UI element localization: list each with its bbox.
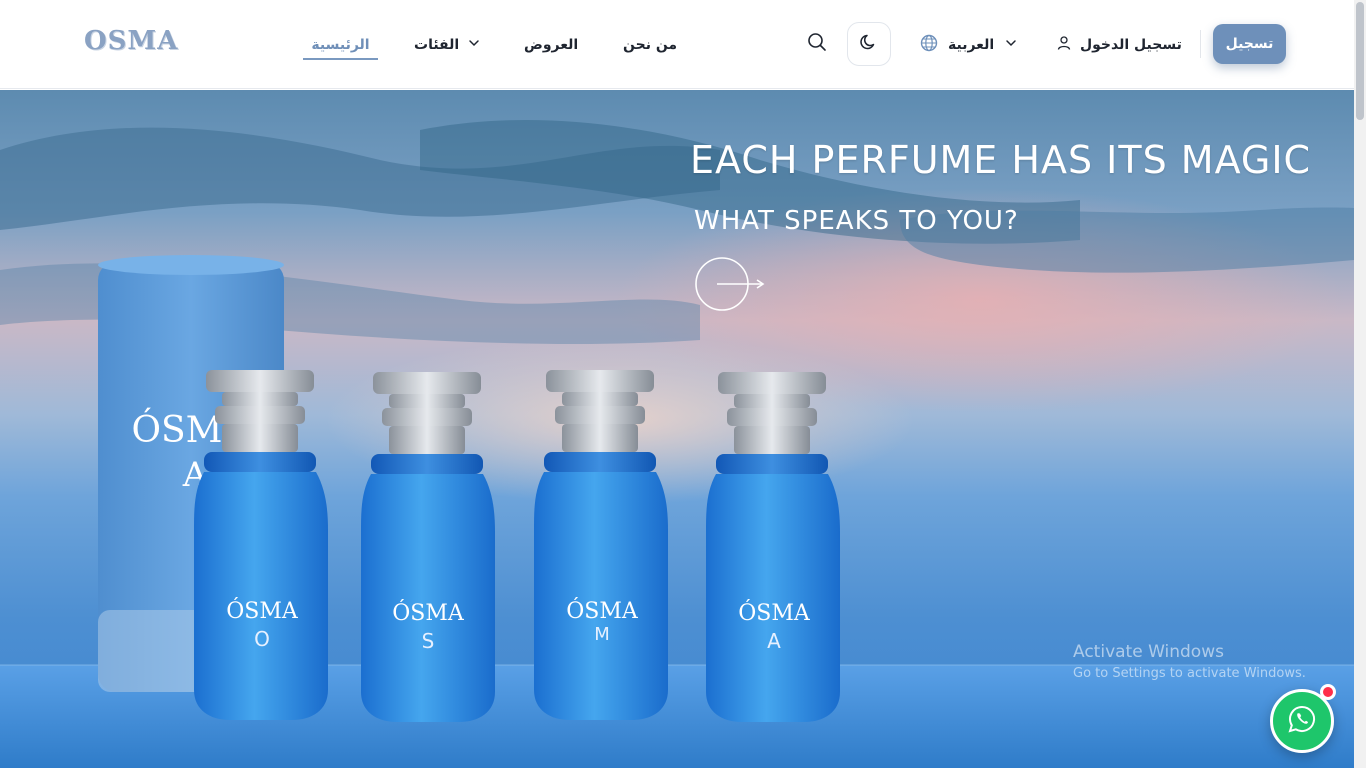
bottle-s-letter: S [422, 629, 435, 653]
whatsapp-icon [1287, 704, 1317, 738]
hero-subtitle: WHAT SPEAKS TO YOU? [694, 206, 1019, 236]
bottle-s-brand: ÓSMA [392, 599, 465, 626]
site-header: OSMA الرئيسية الفئات العروض من نحن العرب… [0, 0, 1354, 89]
site-logo[interactable]: OSMA [84, 26, 178, 56]
bottle-o-letter: O [254, 627, 270, 651]
nav-categories-label: الفئات [414, 37, 460, 53]
nav-categories[interactable]: الفئات [414, 33, 481, 57]
nav-about[interactable]: من نحن [623, 33, 677, 57]
theme-toggle-button[interactable] [847, 22, 891, 66]
perfume-bottle-s: ÓSMA S [361, 372, 495, 722]
watermark-title: Activate Windows [1073, 642, 1224, 662]
nav-about-label: من نحن [623, 37, 678, 53]
bottle-m-brand: ÓSMA [566, 597, 639, 624]
notification-dot [1320, 684, 1336, 700]
hero-cta-button[interactable] [693, 255, 769, 313]
bottle-a-brand: ÓSMA [738, 599, 811, 626]
nav-active-underline [303, 58, 378, 60]
bottle-a-letter: A [767, 629, 781, 653]
windows-activation-watermark: Activate Windows Go to Settings to activ… [1073, 642, 1306, 681]
nav-offers-label: العروض [524, 37, 579, 53]
search-icon [807, 32, 827, 56]
nav-home[interactable]: الرئيسية [303, 33, 378, 57]
hero-banner: ÓSMA A ÓSMA O ÓSMA S ÓSMA M ÓSMA A EACH … [0, 90, 1354, 768]
language-label: العربية [948, 37, 995, 53]
arrow-right-icon [693, 257, 769, 317]
perfume-bottle-m: ÓSMA M [534, 370, 668, 720]
perfume-bottle-a: ÓSMA A [706, 372, 840, 722]
register-button[interactable]: تسجيل [1213, 24, 1286, 64]
hero-title: EACH PERFUME HAS ITS MAGIC [690, 138, 1312, 182]
scrollbar-thumb[interactable] [1356, 2, 1364, 120]
nav-offers[interactable]: العروض [524, 33, 578, 57]
language-selector[interactable]: العربية [920, 33, 1018, 57]
watermark-subtitle: Go to Settings to activate Windows. [1073, 666, 1306, 681]
login-label: تسجيل الدخول [1080, 37, 1182, 53]
user-icon [1056, 35, 1072, 55]
chevron-down-icon [1004, 36, 1018, 54]
bottle-o-brand: ÓSMA [226, 597, 299, 624]
chevron-down-icon [467, 36, 481, 54]
moon-icon [860, 33, 878, 55]
search-button[interactable] [805, 32, 829, 56]
login-button[interactable]: تسجيل الدخول [1056, 33, 1182, 57]
header-divider [1200, 30, 1201, 58]
globe-icon [920, 34, 938, 56]
bottle-m-letter: M [594, 624, 610, 645]
nav-home-label: الرئيسية [311, 37, 370, 53]
